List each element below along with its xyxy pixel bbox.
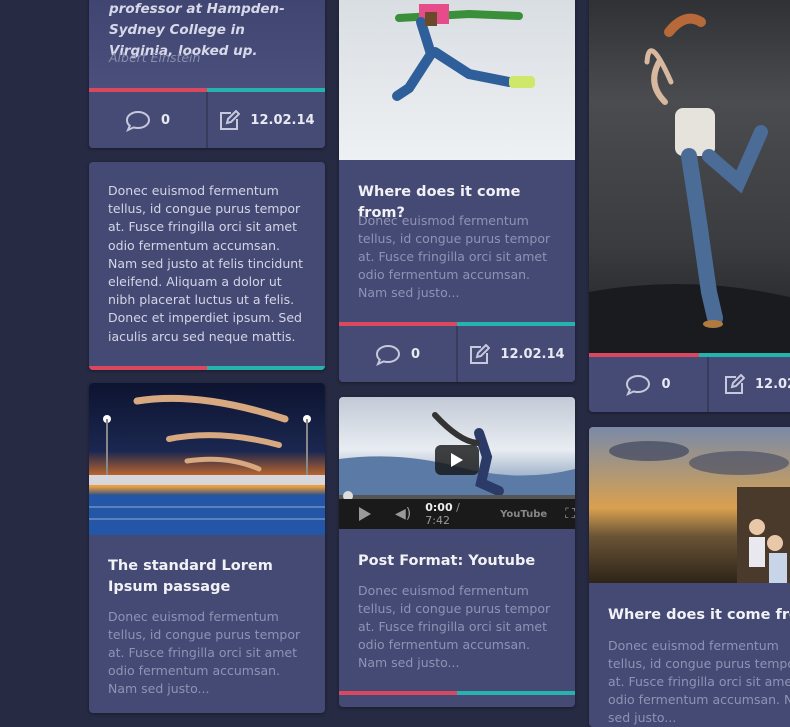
post-excerpt: Donec euismod fermentum tellus, id congu… (108, 609, 301, 696)
date-link[interactable]: 12.02.14 (206, 92, 325, 148)
post-meta: 0 12.02.14 (89, 92, 325, 148)
video-controls: ◀) 0:00 / 7:42 YouTube ⛶ (339, 499, 575, 529)
comment-icon (125, 110, 151, 132)
post-title[interactable]: Post Format: Youtube (358, 551, 561, 572)
quote-card: professor at Hampden-Sydney College in V… (89, 0, 325, 148)
accent-stripe (339, 691, 575, 695)
quote-author: Albert Einstein (109, 50, 201, 65)
post-image[interactable] (89, 383, 325, 535)
edit-icon (468, 343, 491, 366)
comment-count: 0 (410, 347, 421, 362)
text-card-body: Donec euismod fermentum tellus, id congu… (108, 183, 304, 344)
comments-button[interactable]: 0 (339, 326, 456, 382)
video-player[interactable]: ◀) 0:00 / 7:42 YouTube ⛶ (339, 397, 575, 529)
post-excerpt: Donec euismod fermentum tellus, id congu… (358, 583, 551, 670)
fullscreen-icon[interactable]: ⛶ (565, 506, 575, 522)
accent-stripe (89, 366, 325, 370)
comment-icon (375, 344, 401, 366)
jumping-dancer-illustration (392, 4, 535, 101)
swimmer-illustration (89, 394, 325, 535)
post-image[interactable] (339, 0, 575, 160)
post-date: 12.02.14 (250, 113, 315, 128)
comment-count: 0 (661, 377, 671, 392)
balloon-sunset-illustration (609, 441, 790, 583)
comments-button[interactable]: 0 (589, 357, 707, 412)
play-control-icon[interactable] (359, 507, 371, 521)
post-date: 12.02 (755, 377, 790, 392)
video-post-card[interactable]: ◀) 0:00 / 7:42 YouTube ⛶ Post Format: Yo… (339, 397, 575, 707)
post-meta: 0 12.02.14 (339, 326, 575, 382)
edit-icon (218, 109, 241, 132)
time-current: 0:00 (425, 501, 453, 514)
post-title[interactable]: The standard Lorem Ipsum passage (108, 556, 311, 598)
volume-icon[interactable]: ◀) (395, 506, 411, 522)
text-card[interactable]: Donec euismod fermentum tellus, id congu… (89, 162, 325, 370)
dancer-illustration (589, 13, 790, 353)
post-title[interactable]: Where does it come from? (608, 605, 790, 626)
post-excerpt: Donec euismod fermentum tellus, id congu… (358, 213, 551, 300)
post-excerpt: Donec euismod fermentum tellus, id congu… (608, 638, 790, 725)
image-post-card[interactable]: Where does it come from? Donec euismod f… (589, 427, 790, 727)
play-button[interactable] (435, 445, 479, 475)
comment-icon (625, 374, 651, 396)
post-image[interactable] (589, 427, 790, 583)
image-post-card[interactable]: 0 12.02 (589, 0, 790, 412)
comments-button[interactable]: 0 (89, 92, 206, 148)
post-date: 12.02.14 (500, 347, 565, 362)
post-meta: 0 12.02 (589, 357, 790, 412)
youtube-logo[interactable]: YouTube (500, 509, 547, 520)
date-link[interactable]: 12.02.14 (456, 326, 575, 382)
image-post-card[interactable]: Where does it come from? Donec euismod f… (339, 0, 575, 382)
edit-icon (723, 373, 745, 396)
image-post-card[interactable]: The standard Lorem Ipsum passage Donec e… (89, 383, 325, 713)
comment-count: 0 (160, 113, 171, 128)
post-image[interactable] (589, 0, 790, 353)
play-icon (451, 453, 463, 467)
date-link[interactable]: 12.02 (707, 357, 790, 412)
